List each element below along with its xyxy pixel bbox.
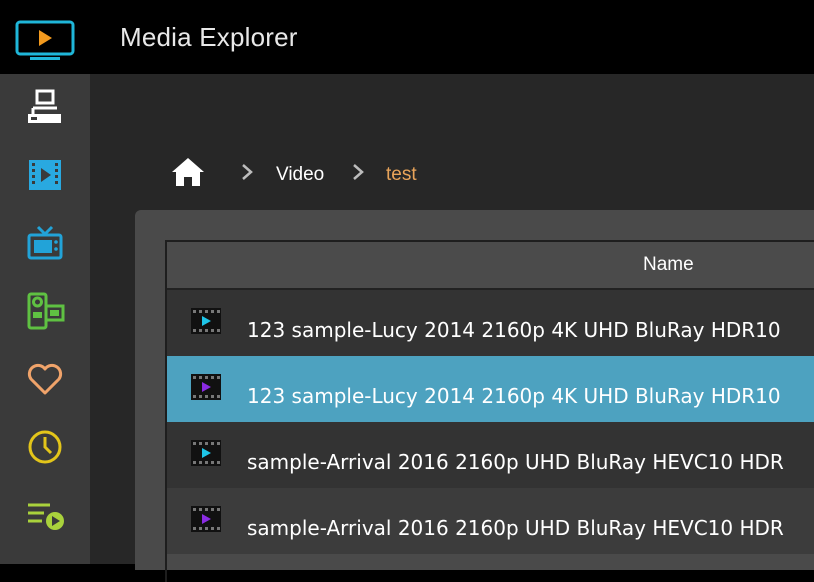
table-row[interactable]: sample-Arrival 2016 2160p UHD BluRay HEV… [167,488,814,554]
heart-icon [27,363,63,395]
video-file-icon [191,374,221,400]
chevron-right-icon [242,164,253,180]
table-row[interactable]: 123 sample-Lucy 2014 2160p 4K UHD BluRay… [167,356,814,422]
sidebar-item-network[interactable] [0,74,90,142]
breadcrumb-item-video[interactable]: Video [276,164,324,186]
video-file-icon [191,308,221,334]
sidebar-item-camcorder[interactable] [0,278,90,346]
sidebar-item-video[interactable] [0,142,90,210]
playlist-icon [28,503,64,530]
file-name: 123 sample-Lucy 2014 2160p 4K UHD BluRay… [247,384,781,408]
clock-icon [28,430,62,464]
table-row[interactable]: 123 sample-Lucy 2014 2160p 4K UHD BluRay… [167,290,814,356]
chevron-right-icon [353,164,364,180]
sidebar-item-recent[interactable] [0,414,90,482]
file-table: Name 123 sample-Lucy 2014 2160p 4K UHD B… [165,240,814,582]
film-icon [29,160,61,190]
file-name: sample-Arrival 2016 2160p UHD BluRay HEV… [247,450,784,474]
video-file-icon [191,440,221,466]
main-content: Video test Name 123 sample-Lucy 2014 216… [90,74,814,582]
sidebar-item-playlist[interactable] [0,482,90,550]
column-header-name[interactable]: Name [643,254,694,276]
table-row[interactable]: sample-Arrival 2016 2160p UHD BluRay HEV… [167,422,814,488]
breadcrumb-item-test[interactable]: test [386,164,417,186]
tv-icon [27,225,63,260]
home-icon[interactable] [170,156,206,188]
table-header: Name [167,242,814,290]
file-list-panel: Name 123 sample-Lucy 2014 2160p 4K UHD B… [135,210,814,582]
video-file-icon [191,506,221,532]
camcorder-icon [27,292,65,330]
sidebar-item-tv[interactable] [0,210,90,278]
tv-play-logo-icon [15,20,75,60]
file-name: sample-Arrival 2016 2160p UHD BluRay HEV… [247,516,784,540]
app-title: Media Explorer [120,22,298,52]
title-bar: Media Explorer [0,0,814,74]
sidebar [0,74,90,564]
sidebar-item-favorites[interactable] [0,346,90,414]
network-drive-icon [28,89,61,123]
file-name: 123 sample-Lucy 2014 2160p 4K UHD BluRay… [247,318,781,342]
